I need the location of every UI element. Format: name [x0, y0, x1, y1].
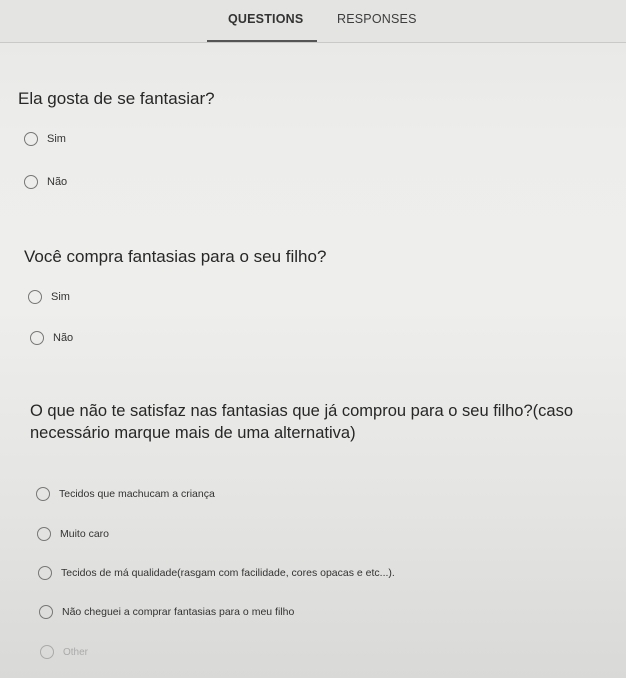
question-3-line-1: O que não te satisfaz nas fantasias que … [30, 402, 573, 420]
radio-button-icon[interactable] [28, 290, 42, 304]
q3-option-tecidos-machucam[interactable]: Tecidos que machucam a criança [36, 487, 215, 501]
radio-button-icon[interactable] [40, 645, 54, 659]
q1-option-sim[interactable]: Sim [24, 132, 66, 146]
radio-button-icon[interactable] [24, 175, 38, 189]
radio-button-icon[interactable] [37, 527, 51, 541]
option-label: Não [47, 176, 68, 188]
q3-option-ma-qualidade[interactable]: Tecidos de má qualidade(rasgam com facil… [38, 566, 395, 580]
radio-button-icon[interactable] [30, 331, 44, 345]
option-label: Muito caro [60, 528, 110, 540]
radio-button-icon[interactable] [38, 566, 52, 580]
question-2-title: Você compra fantasias para o seu filho? [24, 247, 327, 266]
active-tab-indicator [207, 40, 317, 42]
question-3-title: O que não te satisfaz nas fantasias que … [30, 400, 573, 444]
question-1-title: Ela gosta de se fantasiar? [18, 89, 215, 108]
q2-option-sim[interactable]: Sim [28, 290, 70, 304]
option-label: Other [63, 646, 89, 658]
option-label: Não [53, 332, 74, 344]
q1-option-nao[interactable]: Não [24, 175, 67, 189]
tab-questions[interactable]: QUESTIONS [228, 12, 303, 26]
q3-option-muito-caro[interactable]: Muito caro [37, 527, 109, 541]
tab-bar: QUESTIONS RESPONSES [0, 0, 626, 43]
q3-option-nao-comprei[interactable]: Não cheguei a comprar fantasias para o m… [39, 605, 294, 619]
option-label: Sim [47, 133, 66, 145]
radio-button-icon[interactable] [24, 132, 38, 146]
option-label: Sim [51, 291, 70, 303]
radio-button-icon[interactable] [39, 605, 53, 619]
question-3-line-2: necessário marque mais de uma alternativ… [30, 424, 356, 442]
option-label: Não cheguei a comprar fantasias para o m… [62, 606, 295, 618]
q3-option-other[interactable]: Other [40, 645, 88, 659]
option-label: Tecidos de má qualidade(rasgam com facil… [61, 567, 395, 579]
radio-button-icon[interactable] [36, 487, 50, 501]
option-label: Tecidos que machucam a criança [59, 488, 215, 500]
q2-option-nao[interactable]: Não [30, 331, 73, 345]
tab-responses[interactable]: RESPONSES [337, 12, 417, 26]
